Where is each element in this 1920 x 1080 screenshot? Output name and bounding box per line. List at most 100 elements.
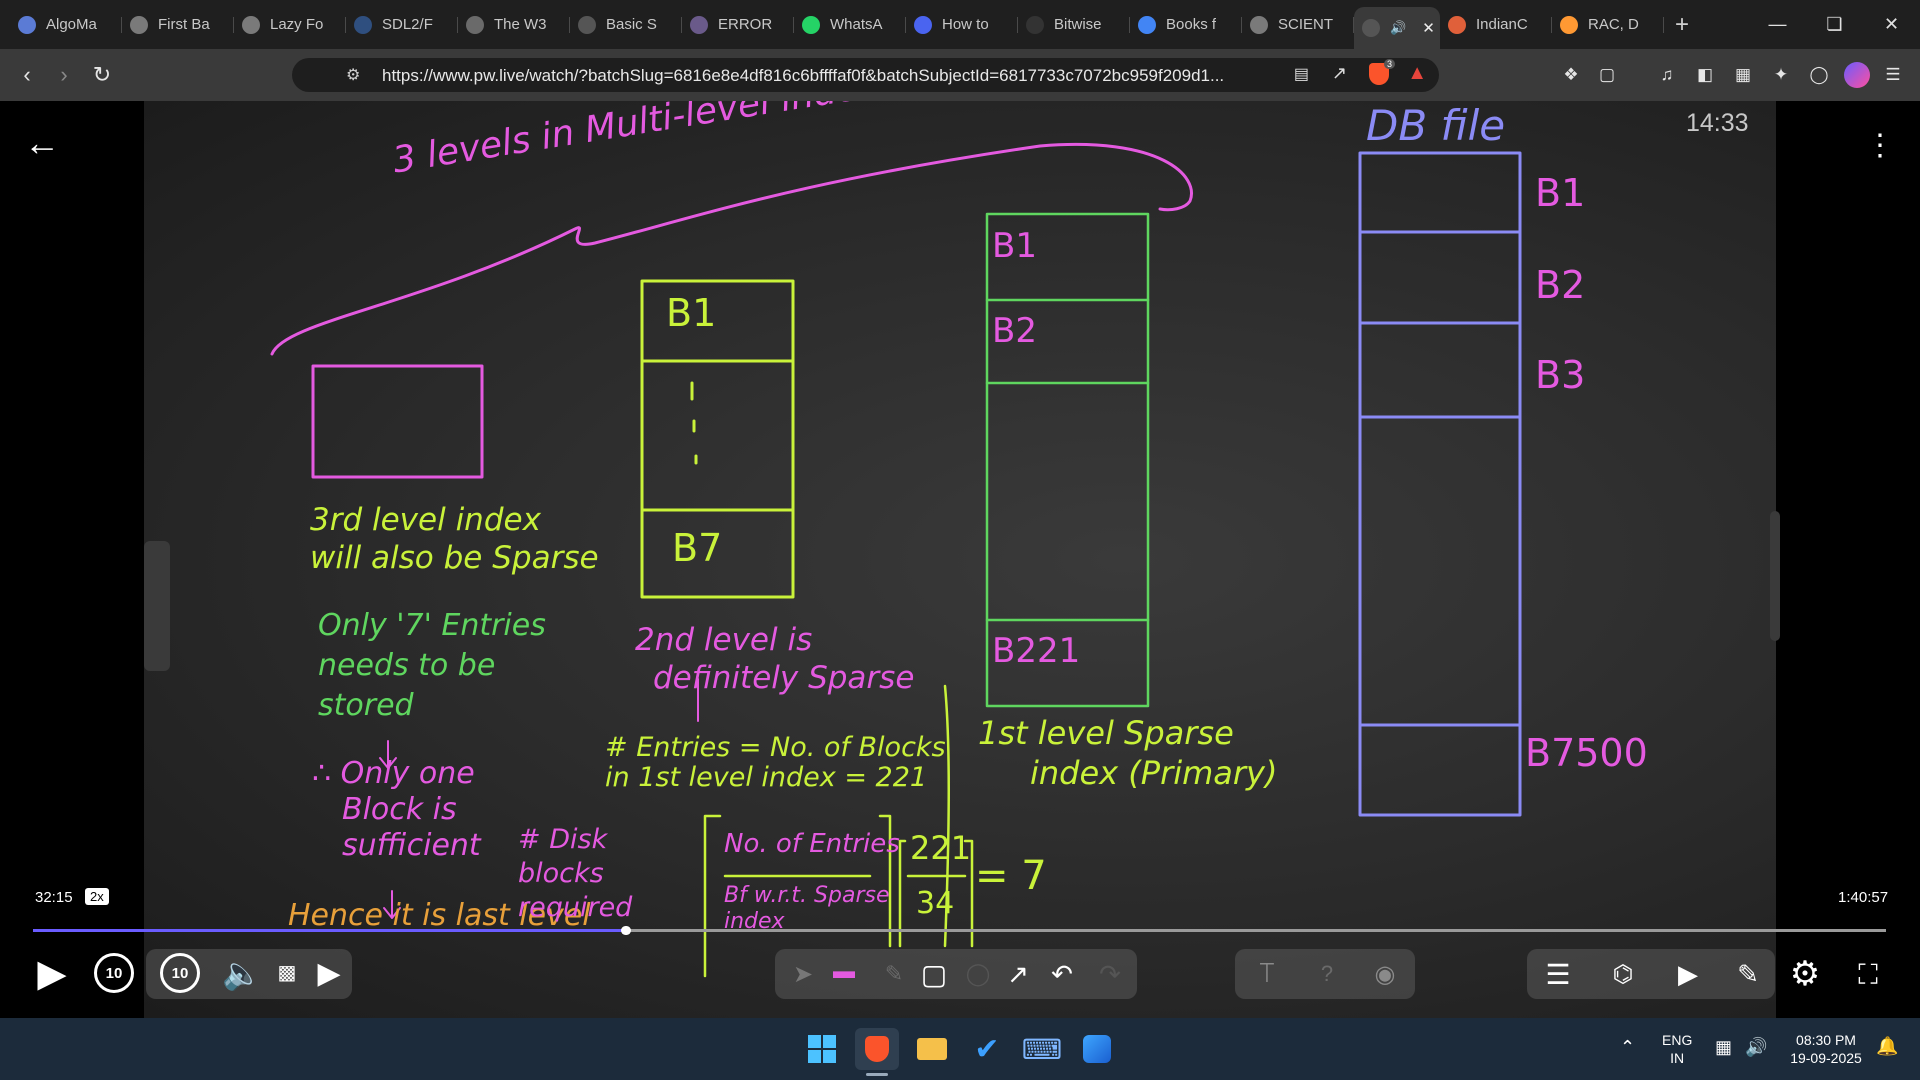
browser-tab[interactable]: SDL2/F — [346, 7, 458, 43]
volume-icon[interactable]: 🔈 — [220, 951, 264, 995]
browser-tab[interactable]: Bitwise — [1018, 7, 1130, 43]
undo-icon[interactable]: ↶ — [1046, 957, 1078, 991]
tab-favicon-icon — [130, 15, 148, 34]
eraser-icon[interactable]: ◯ — [962, 957, 994, 991]
restore-icon[interactable]: ❏ — [1806, 0, 1863, 49]
browser-tab[interactable]: The W3 — [458, 7, 570, 43]
help-icon[interactable]: ? — [1310, 957, 1344, 991]
next-icon[interactable]: ▶ — [312, 953, 346, 993]
pointer-icon[interactable]: ➤ — [787, 957, 819, 991]
vpn-icon[interactable]: ◯ — [1806, 62, 1832, 88]
browser-tab[interactable]: WhatsA — [794, 7, 906, 43]
rectangle-tool-icon[interactable]: ▢ — [918, 957, 950, 991]
wallet-icon[interactable]: ▦ — [1730, 62, 1756, 88]
tab-favicon-icon — [1138, 15, 1156, 34]
level1-note: 1st level Sparse index (Primary) — [978, 714, 1278, 792]
language-indicator[interactable]: ENG IN — [1662, 1031, 1692, 1067]
pip-icon[interactable]: ▶ — [1668, 955, 1708, 993]
extensions-icon[interactable]: ❖ — [1558, 62, 1584, 88]
tab-close-icon[interactable]: ✕ — [1422, 19, 1435, 37]
tray-overflow-icon[interactable]: ⌃ — [1620, 1038, 1635, 1056]
tab-title: SCIENT — [1278, 16, 1334, 33]
menu-icon[interactable]: ☰ — [1880, 62, 1906, 88]
tab-title: IndianC — [1476, 16, 1528, 33]
rewind-10-button[interactable]: 10 — [94, 953, 134, 993]
tab-title: First Ba — [158, 16, 210, 33]
arrow-tool-icon[interactable]: ↗ — [1002, 957, 1034, 991]
entries-formula: # Entries = No. of Blocks in 1st level i… — [605, 732, 946, 793]
play-icon[interactable]: ▶ — [30, 951, 74, 995]
back-icon[interactable]: ‹ — [10, 58, 44, 92]
minimize-icon[interactable]: — — [1749, 0, 1806, 49]
tab-favicon-icon — [1362, 18, 1380, 37]
fraction2-denominator: 34 — [916, 886, 955, 921]
level3-note-a: 3rd level index will also be Sparse — [310, 502, 599, 576]
share-icon[interactable]: ↗ — [1332, 63, 1347, 84]
file-explorer-icon[interactable] — [910, 1028, 954, 1070]
shield-count-badge: 3 — [1383, 59, 1395, 69]
browser-tab[interactable]: SCIENT — [1242, 7, 1354, 43]
video-player[interactable]: 3 levels in Multi-level index 3rd level … — [0, 101, 1920, 1018]
new-tab-button[interactable]: + — [1664, 11, 1700, 39]
db-file-box — [1358, 151, 1522, 817]
pin-icon[interactable]: ⟙ — [1250, 955, 1284, 993]
settings-gear-icon[interactable]: ⚙ — [1784, 953, 1826, 995]
back-arrow-icon[interactable]: ← — [20, 121, 64, 165]
browser-tab[interactable]: Lazy Fo — [234, 7, 346, 43]
seek-handle[interactable] — [620, 926, 631, 935]
start-button[interactable] — [800, 1028, 844, 1070]
forward-icon[interactable]: › — [47, 58, 81, 92]
level2-block-last: B7 — [672, 526, 723, 570]
forward-10-button[interactable]: 10 — [160, 953, 200, 993]
caption-icon[interactable]: ▩ — [272, 957, 302, 987]
url-text[interactable]: https://www.pw.live/watch/?batchSlug=681… — [382, 66, 1224, 86]
notification-bell-icon[interactable]: 🔔 — [1876, 1037, 1898, 1055]
brave-taskbar-icon[interactable] — [855, 1028, 899, 1070]
browser-tab[interactable]: Books f — [1130, 7, 1242, 43]
chat-icon[interactable]: ☰ — [1540, 955, 1576, 993]
tab-favicon-icon — [466, 15, 484, 34]
profile-avatar[interactable] — [1844, 62, 1870, 88]
tab-favicon-icon — [578, 15, 596, 34]
network-icon[interactable]: ▦ — [1715, 1038, 1732, 1056]
tab-favicon-icon — [690, 15, 708, 34]
snip-tool-icon[interactable] — [1075, 1028, 1119, 1070]
cast-icon[interactable]: ▤ — [1294, 64, 1309, 84]
seek-bar-fill — [33, 929, 626, 932]
highlighter-icon[interactable]: ▬ — [828, 951, 860, 991]
address-bar[interactable]: ⚙ https://www.pw.live/watch/?batchSlug=6… — [292, 58, 1439, 92]
tab-audio-icon[interactable]: 🔊 — [1390, 20, 1406, 36]
seek-bar[interactable] — [33, 926, 1886, 935]
fraction-denominator: Bf w.r.t. Sparse index — [724, 883, 890, 934]
leo-ai-icon[interactable]: ✦ — [1768, 62, 1794, 88]
disk-blocks-label: # Disk blocks required — [518, 824, 633, 923]
tab-favicon-icon — [1250, 15, 1268, 34]
notes-icon[interactable]: ✎ — [1730, 955, 1766, 993]
browser-tab[interactable]: Basic S — [570, 7, 682, 43]
speed-badge[interactable]: 2x — [85, 888, 109, 905]
browser-tab[interactable]: How to — [906, 7, 1018, 43]
keyboard-app-icon[interactable]: ⌨ — [1020, 1028, 1064, 1070]
browser-tab[interactable]: ERROR — [682, 7, 794, 43]
sidebar-icon[interactable]: ◧ — [1692, 62, 1718, 88]
fullscreen-icon[interactable]: ⛶ — [1848, 955, 1888, 995]
camera-icon[interactable]: ◉ — [1365, 957, 1405, 991]
clock-date[interactable]: 08:30 PM 19-09-2025 — [1785, 1031, 1867, 1067]
todo-icon[interactable]: ✔ — [965, 1028, 1009, 1070]
browser-tab[interactable]: First Ba — [122, 7, 234, 43]
screenshot-icon[interactable]: ▢ — [1594, 62, 1620, 88]
pen-icon[interactable]: ✎ — [878, 957, 910, 991]
close-window-icon[interactable]: ✕ — [1863, 0, 1920, 49]
more-options-icon[interactable]: ⋮ — [1862, 123, 1898, 167]
site-info-icon[interactable]: ⚙ — [346, 65, 360, 85]
translate-icon[interactable]: ⌬ — [1603, 955, 1643, 993]
brave-rewards-icon[interactable]: ▲ — [1407, 62, 1427, 85]
speaker-icon[interactable]: 🔊 — [1745, 1038, 1767, 1056]
redo-icon[interactable]: ↷ — [1094, 957, 1126, 991]
reload-icon[interactable]: ↻ — [85, 58, 119, 92]
browser-tab[interactable]: 🔊 ✕ — [1354, 6, 1440, 49]
media-icon[interactable]: ♫ — [1654, 62, 1680, 88]
browser-tab[interactable]: AlgoMa — [10, 7, 122, 43]
browser-tab[interactable]: RAC, D — [1552, 7, 1664, 43]
browser-tab[interactable]: IndianC — [1440, 7, 1552, 43]
